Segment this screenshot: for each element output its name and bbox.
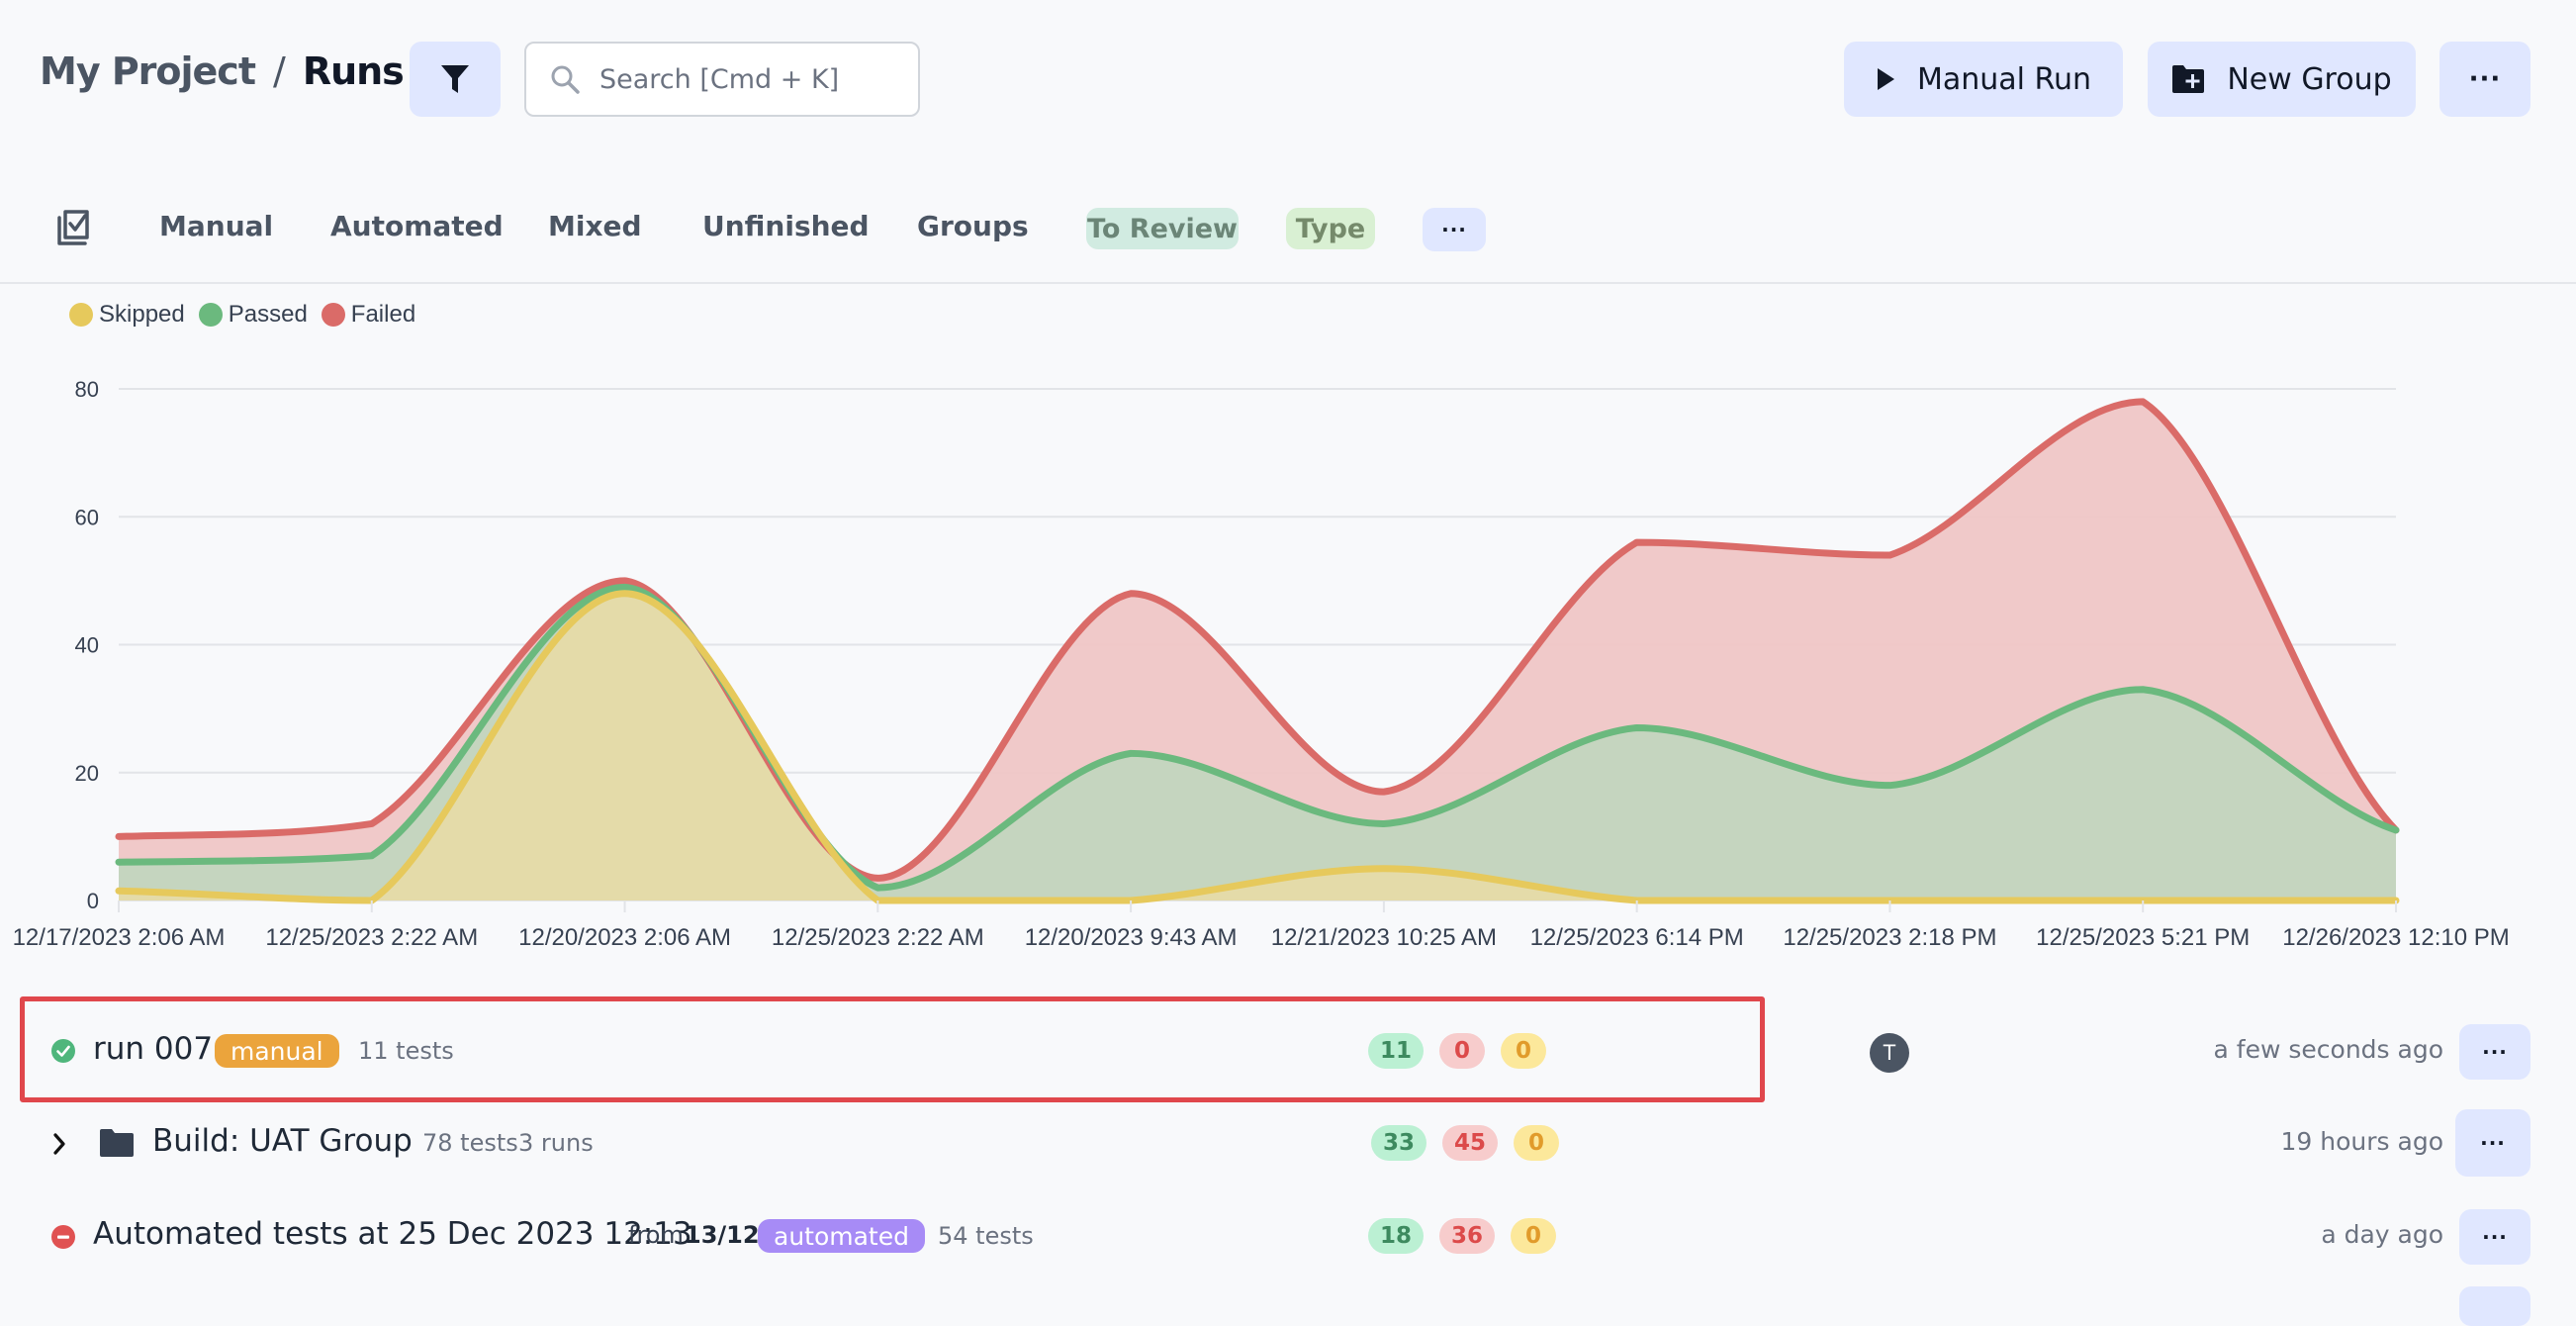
legend-label: Failed [350, 301, 416, 328]
y-tick-label: 0 [87, 889, 99, 913]
new-group-button[interactable]: New Group [2148, 42, 2416, 117]
search-icon [551, 65, 580, 94]
group-run-count: 3 runs [518, 1129, 594, 1157]
y-tick-label: 60 [75, 505, 99, 529]
tab-mixed[interactable]: Mixed [548, 210, 642, 242]
x-tick-label: 12/25/2023 2:18 PM [1783, 924, 1996, 951]
legend-label: Skipped [99, 301, 185, 328]
manual-run-button[interactable]: Manual Run [1844, 42, 2123, 117]
run-title[interactable]: Automated tests at 25 Dec 2023 12:13 [93, 1216, 692, 1252]
legend-item-passed[interactable]: Passed [198, 301, 308, 329]
tab-automated[interactable]: Automated [330, 210, 504, 242]
page-header: My Project / Runs Manual Run New Group ·… [0, 0, 2576, 158]
select-all-checkbox-icon[interactable] [55, 208, 91, 247]
page-title: Runs [302, 49, 405, 93]
play-icon [1877, 68, 1894, 90]
run-title[interactable]: run 007 [93, 1031, 213, 1067]
group-time: 19 hours ago [2280, 1127, 2443, 1156]
more-icon: ··· [2480, 1131, 2506, 1155]
legend-swatch-failed [321, 303, 345, 327]
chart-areas [119, 401, 2396, 900]
run-result-badges: 11 0 0 [1368, 1033, 1547, 1069]
group-row[interactable]: Build: UAT Group 78 tests 3 runs 33 45 0… [0, 1096, 2576, 1191]
run-source-value[interactable]: 13/12 [685, 1221, 760, 1249]
tab-manual[interactable]: Manual [159, 210, 273, 242]
header-more-button[interactable]: ··· [2439, 42, 2530, 117]
x-tick-label: 12/25/2023 2:22 AM [265, 924, 478, 951]
group-title[interactable]: Build: UAT Group [152, 1123, 413, 1159]
more-icon: ··· [2482, 1040, 2508, 1064]
group-more-button[interactable]: ··· [2455, 1109, 2530, 1177]
filter-icon [441, 65, 469, 93]
run-more-button[interactable]: ··· [2459, 1024, 2530, 1080]
status-passed-icon [51, 1039, 75, 1063]
more-icon: ··· [1441, 218, 1467, 241]
x-tick-label: 12/21/2023 10:25 AM [1271, 924, 1497, 951]
more-icon: ··· [2468, 64, 2502, 94]
manual-run-label: Manual Run [1916, 61, 2092, 97]
tab-groups[interactable]: Groups [917, 210, 1029, 242]
chip-type[interactable]: Type [1286, 208, 1375, 249]
group-test-count: 78 tests [422, 1129, 518, 1157]
run-row[interactable]: run 007 manual 11 tests 11 0 0 a few sec… [0, 1004, 2576, 1099]
skipped-count-badge: 0 [1511, 1218, 1557, 1254]
run-time: a few seconds ago [2213, 1035, 2443, 1064]
runs-area-chart: 0 20 40 60 80 12/17/2023 2:06 AM 12/25/2023 2:… [13, 377, 2510, 951]
group-result-badges: 33 45 0 [1371, 1125, 1560, 1161]
passed-count-badge: 11 [1368, 1033, 1425, 1069]
x-tick-label: 12/20/2023 9:43 AM [1025, 924, 1238, 951]
x-tick-label: 12/25/2023 5:21 PM [2036, 924, 2250, 951]
run-more-button-partial[interactable] [2459, 1286, 2530, 1326]
legend-swatch-passed [198, 303, 223, 327]
y-tick-label: 40 [75, 633, 99, 658]
x-tick-label: 12/20/2023 2:06 AM [518, 924, 731, 951]
failed-count-badge: 0 [1439, 1033, 1486, 1069]
legend-swatch-skipped [69, 303, 93, 327]
passed-count-badge: 18 [1368, 1218, 1425, 1254]
y-tick-label: 20 [75, 761, 99, 786]
run-result-badges: 18 36 0 [1368, 1218, 1557, 1254]
skipped-count-badge: 0 [1514, 1125, 1560, 1161]
search-field[interactable] [524, 42, 920, 117]
run-more-button[interactable]: ··· [2459, 1209, 2530, 1265]
run-test-count: 54 tests [938, 1222, 1034, 1250]
run-source-label: from [628, 1221, 684, 1249]
x-tick-label: 12/26/2023 12:10 PM [2282, 924, 2510, 951]
status-failed-icon [51, 1225, 75, 1249]
skipped-count-badge: 0 [1501, 1033, 1547, 1069]
folder-icon [100, 1129, 134, 1157]
failed-count-badge: 45 [1442, 1125, 1499, 1161]
tabs-more-button[interactable]: ··· [1423, 208, 1486, 251]
breadcrumb: My Project / Runs [40, 49, 405, 93]
filter-tabs: Manual Automated Mixed Unfinished Groups… [0, 188, 2576, 284]
filter-button[interactable] [410, 42, 501, 117]
run-type-tag: automated [758, 1219, 925, 1253]
chip-to-review[interactable]: To Review [1086, 208, 1239, 249]
more-icon: ··· [2482, 1225, 2508, 1249]
new-group-label: New Group [2227, 61, 2392, 97]
run-type-tag: manual [215, 1034, 339, 1068]
legend-item-skipped[interactable]: Skipped [69, 301, 185, 329]
chart-legend: Skipped Passed Failed [69, 301, 415, 329]
passed-count-badge: 33 [1371, 1125, 1427, 1161]
run-time: a day ago [2321, 1220, 2443, 1249]
folder-plus-icon [2172, 65, 2205, 93]
breadcrumb-separator: / [273, 49, 286, 93]
run-test-count: 11 tests [358, 1037, 454, 1065]
tab-unfinished[interactable]: Unfinished [702, 210, 870, 242]
x-tick-label: 12/17/2023 2:06 AM [13, 924, 226, 951]
failed-count-badge: 36 [1439, 1218, 1496, 1254]
breadcrumb-project[interactable]: My Project [40, 49, 256, 93]
run-row[interactable]: Automated tests at 25 Dec 2023 12:13 fro… [0, 1189, 2576, 1284]
legend-item-failed[interactable]: Failed [321, 301, 416, 329]
search-input[interactable] [599, 63, 896, 95]
legend-label: Passed [228, 301, 308, 328]
y-tick-label: 80 [75, 377, 99, 402]
chevron-right-icon[interactable] [51, 1132, 67, 1156]
x-tick-label: 12/25/2023 6:14 PM [1530, 924, 1744, 951]
x-tick-label: 12/25/2023 2:22 AM [772, 924, 984, 951]
avatar: T [1870, 1033, 1909, 1073]
